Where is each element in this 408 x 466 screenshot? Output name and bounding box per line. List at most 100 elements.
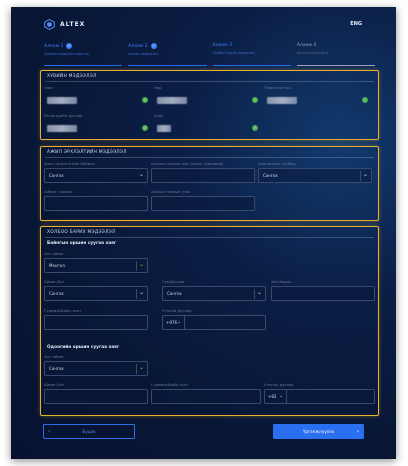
continue-button[interactable]: Үргэлжлүүлэх › (273, 424, 364, 439)
field-label: Хот/Хороо (271, 279, 292, 284)
current-street-field: Гудамж/Байр тоот (151, 382, 261, 404)
step-progress-bar (296, 64, 375, 66)
step-subtitle: Ажлын мэдээлэл (128, 52, 159, 56)
select-divider (254, 289, 255, 299)
birth-date-field: Төрсөн огноо ✓ (264, 85, 371, 107)
field-label: Гудамж/Байр тоот (151, 382, 189, 387)
register-value: ✓ (44, 120, 151, 135)
district-select[interactable]: Сонгох ⌄ (162, 286, 266, 301)
field-label: Хүйс (154, 113, 164, 118)
employment-status-field: Ажил эрхлэлтийн байдал Сонгох ⌄ (44, 161, 148, 183)
province-select[interactable]: Сонгох ⌄ (44, 286, 148, 301)
industry-select[interactable]: Сонгох ⌄ (258, 168, 372, 183)
section-title: АЖИЛ ЭРХЛЭЛТИЙН МЭДЭЭЛЭЛ (47, 150, 127, 155)
current-province-input[interactable] (44, 389, 148, 404)
registered-address-title: Байнгын оршин суугаа хаяг (47, 241, 117, 246)
phone-code-select[interactable]: +976 ⌄ (163, 316, 185, 329)
blurred-value (157, 125, 171, 132)
field-label: Хот аймаг (44, 251, 65, 256)
blurred-value (47, 97, 77, 104)
step-subtitle: Баталгаажуулалт (296, 51, 329, 55)
continue-button-label: Үргэлжлүүлэх (302, 429, 335, 434)
logo[interactable]: ALTEX (44, 19, 85, 30)
verified-check-icon: ✓ (142, 97, 148, 103)
section-divider (45, 81, 374, 82)
khoroo-input[interactable] (271, 286, 375, 301)
work-phone-field: Ажлын газрын утас (151, 189, 255, 211)
language-switch[interactable]: ENG (350, 21, 362, 27)
job-title-field: Албан тушаал (44, 189, 148, 211)
select-divider (136, 289, 137, 299)
current-phone-field: Утасны дугаар +82 ⌄ (264, 382, 375, 404)
phone-field: Утасны дугаар +976 ⌄ (162, 308, 266, 330)
field-label: Ажил эрхлэлтийн байдал (44, 161, 96, 166)
country-field: Хот аймаг Монгол ⌄ (44, 251, 148, 273)
stepper: Алхам 1 ✓ Хувийн мэдээлэл шалгах Алхам 2 ✓… (44, 43, 375, 67)
street-input[interactable] (44, 315, 148, 330)
chevron-down-icon: ⌄ (138, 261, 144, 268)
step-progress-bar (128, 64, 207, 66)
gender-field: Хүйс ✓ (154, 113, 261, 135)
field-label: Төрсөн огноо (264, 85, 291, 90)
back-button[interactable]: ‹ Буцах (43, 424, 135, 439)
field-label: Ажлын газрын утас (151, 189, 191, 194)
logo-text: ALTEX (60, 21, 86, 28)
field-label: Нэр (154, 85, 162, 90)
step-title: Алхам 4 (296, 43, 317, 48)
field-label: Албан тушаал (44, 189, 73, 194)
step-1[interactable]: Алхам 1 ✓ Хувийн мэдээлэл шалгах (44, 43, 123, 67)
last-name-field: Овог ✓ (44, 85, 151, 107)
current-country-select[interactable]: Сонгох ⌄ (44, 361, 148, 376)
chevron-down-icon: ⌄ (362, 171, 368, 178)
field-label: Хот аймаг (44, 354, 65, 359)
first-name-value: ✓ (154, 92, 261, 107)
step-progress-bar (44, 64, 123, 66)
step-4[interactable]: Алхам 4 Баталгаажуулалт (296, 43, 375, 67)
field-label: Утасны дугаар (264, 382, 294, 387)
chevron-right-icon: › (356, 428, 359, 435)
field-label: Овог (44, 85, 54, 90)
chevron-down-icon: ⌄ (138, 364, 144, 371)
top-bar: ALTEX ENG (11, 7, 396, 41)
khoroo-field: Хот/Хороо (271, 279, 375, 301)
select-value: Сонгох (49, 173, 64, 178)
job-title-input[interactable] (44, 196, 148, 211)
check-icon: ✓ (150, 43, 157, 49)
step-title: Алхам 2 (128, 43, 148, 49)
field-label: Аймаг/Хот (44, 279, 65, 284)
step-title: Алхам 3 (212, 43, 232, 48)
chevron-down-icon: ⌄ (279, 393, 284, 399)
work-phone-input[interactable] (151, 196, 255, 211)
personal-info-section: ХУВИЙН МЭДЭЭЛЭЛ Овог ✓ Нэр ✓ Төрсөн огно… (40, 70, 379, 140)
field-label: Ажлын газрын нэр (эсвэл хувиараа) (151, 161, 224, 166)
street-field: Гудамж/Байр тоот (44, 308, 148, 330)
first-name-field: Нэр ✓ (154, 85, 261, 107)
company-name-field: Ажлын газрын нэр (эсвэл хувиараа) (151, 161, 255, 183)
phone-input[interactable]: +976 ⌄ (162, 315, 266, 330)
employment-status-select[interactable]: Сонгох ⌄ (44, 168, 148, 183)
province-field: Аймаг/Хот Сонгох ⌄ (44, 279, 148, 301)
select-value: Сонгох (49, 366, 64, 371)
country-select[interactable]: Монгол ⌄ (44, 258, 148, 273)
section-divider (45, 237, 374, 238)
blurred-value (157, 97, 187, 104)
chevron-down-icon: ⌄ (138, 171, 144, 178)
select-value: Монгол (49, 263, 65, 268)
step-title: Алхам 1 (44, 43, 64, 49)
step-subtitle: Хувийн мэдээлэл шалгах (44, 52, 90, 56)
phone-code-select[interactable]: +82 ⌄ (265, 390, 287, 403)
step-3[interactable]: Алхам 3 Холбоо барих мэдээлэл (212, 43, 291, 67)
phone-code: +82 (268, 394, 277, 399)
chevron-down-icon: ⌄ (138, 289, 144, 296)
company-name-input[interactable] (151, 168, 255, 183)
field-label: Ажилладаг салбар (258, 161, 296, 166)
current-street-input[interactable] (151, 389, 261, 404)
field-label: Регистрийн дугаар (44, 113, 83, 118)
current-phone-input[interactable]: +82 ⌄ (264, 389, 375, 404)
chevron-down-icon: ⌄ (256, 289, 262, 296)
current-province-field: Аймаг/Хот (44, 382, 148, 404)
check-icon: ✓ (66, 43, 73, 49)
select-divider (360, 171, 361, 181)
field-label: Аймаг/Хот (44, 382, 65, 387)
step-2[interactable]: Алхам 2 ✓ Ажлын мэдээлэл (128, 43, 207, 67)
